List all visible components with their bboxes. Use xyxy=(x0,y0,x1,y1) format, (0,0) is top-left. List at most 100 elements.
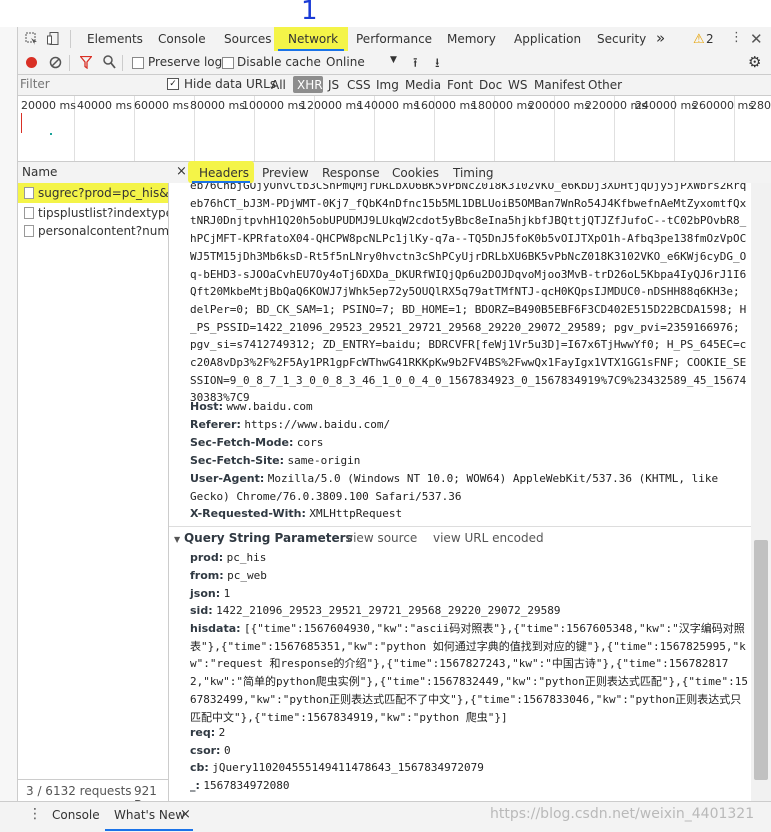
headers-panel: eb76CnbjGOjyOhvCtb3CSnPmQMjrDRLbXO6BK5VP… xyxy=(169,183,751,801)
tab-network[interactable]: Network xyxy=(288,32,338,46)
watermark: https://blog.csdn.net/weixin_4401321 xyxy=(490,806,755,822)
query-section-title: Query String Parameters xyxy=(183,531,353,545)
tab-elements[interactable]: Elements xyxy=(87,32,143,46)
view-source-link[interactable]: view source xyxy=(346,531,417,545)
timeline-tick: 260000 ms xyxy=(692,99,754,112)
query-param-row: from: pc_web xyxy=(190,569,267,582)
requests-list xyxy=(18,183,169,779)
drawer-tab-console[interactable]: Console xyxy=(52,808,100,822)
close-icon[interactable]: × xyxy=(180,807,191,822)
timeline-tick: 140000 ms xyxy=(357,99,419,112)
throttling-select[interactable]: Online xyxy=(326,55,365,69)
tab-cookies[interactable]: Cookies xyxy=(392,166,439,180)
timeline-tick: 2800 xyxy=(750,99,771,112)
view-url-encoded-link[interactable]: view URL encoded xyxy=(433,531,544,545)
request-header-row: User-Agent: Mozilla/5.0 (Windows NT 10.0… xyxy=(190,472,719,503)
timeline-tick: 20000 ms xyxy=(21,99,76,112)
type-filter-img[interactable]: Img xyxy=(376,78,399,92)
request-row[interactable]: personalcontent?num... xyxy=(18,221,168,241)
type-filter-other[interactable]: Other xyxy=(588,78,622,92)
detail-scrollbar-thumb[interactable] xyxy=(754,540,768,780)
query-param-row: csor: 0 xyxy=(190,744,231,757)
drawer-tab-whats-new[interactable]: What's New xyxy=(114,808,185,822)
request-name: personalcontent?num... xyxy=(38,224,168,238)
timeline-request-dot xyxy=(50,133,52,135)
annotation-mark-1: 1 xyxy=(301,0,318,26)
clear-icon[interactable] xyxy=(49,56,62,72)
chevron-down-icon[interactable]: ▼ xyxy=(390,55,397,65)
tab-security[interactable]: Security xyxy=(597,32,646,46)
type-filter-js[interactable]: JS xyxy=(328,78,339,92)
filter-bar: ✓ Hide data URLs All XHR JS CSS Img Medi… xyxy=(0,75,771,96)
inspect-element-icon[interactable] xyxy=(25,32,38,49)
warning-count[interactable]: 2 xyxy=(706,32,714,46)
filter-icon[interactable] xyxy=(79,55,93,72)
timeline-tick: 40000 ms xyxy=(77,99,132,112)
file-icon xyxy=(24,225,34,237)
requests-summary-bar: 3 / 6132 requests 921 B xyxy=(18,779,169,812)
tab-preview[interactable]: Preview xyxy=(262,166,309,180)
drawer-menu-icon[interactable]: ⋮ xyxy=(28,806,42,822)
tab-memory[interactable]: Memory xyxy=(447,32,496,46)
timeline-tick: 240000 ms xyxy=(635,99,697,112)
tab-response[interactable]: Response xyxy=(322,166,380,180)
tab-console[interactable]: Console xyxy=(158,32,206,46)
requests-name-header[interactable]: Name xyxy=(18,162,169,184)
more-tabs-button[interactable]: » xyxy=(656,29,665,47)
request-row-selected[interactable]: sugrec?prod=pc_his&... xyxy=(18,183,168,203)
request-header-row: Sec-Fetch-Site: same-origin xyxy=(190,454,361,467)
file-icon xyxy=(24,187,34,199)
timeline-selection-marker[interactable] xyxy=(21,113,22,133)
preserve-log-checkbox[interactable] xyxy=(132,57,144,69)
type-filter-css[interactable]: CSS xyxy=(347,78,371,92)
name-column-header[interactable]: Name xyxy=(22,165,57,179)
timeline-tick: 160000 ms xyxy=(414,99,476,112)
tab-timing[interactable]: Timing xyxy=(453,166,494,180)
request-count: 3 / 6132 requests xyxy=(26,784,132,798)
tab-performance[interactable]: Performance xyxy=(356,32,432,46)
export-har-icon[interactable]: ⭳ xyxy=(435,54,440,76)
filter-input[interactable] xyxy=(20,76,160,92)
request-name: sugrec?prod=pc_his&... xyxy=(38,186,168,200)
type-filter-media[interactable]: Media xyxy=(405,78,441,92)
devtools-main-tabbar: Elements Console Sources Network Perform… xyxy=(0,27,771,53)
record-icon[interactable] xyxy=(26,57,37,68)
timeline-tick: 60000 ms xyxy=(134,99,189,112)
tab-headers[interactable]: Headers xyxy=(199,166,249,180)
request-header-row: Referer: https://www.baidu.com/ xyxy=(190,418,391,431)
tab-sources[interactable]: Sources xyxy=(224,32,271,46)
type-filter-font[interactable]: Font xyxy=(447,78,473,92)
query-string-section-header[interactable]: ▼ Query String Parameters xyxy=(174,531,353,545)
hide-data-urls-checkbox[interactable]: ✓ xyxy=(167,78,179,90)
type-filter-ws[interactable]: WS xyxy=(508,78,527,92)
kebab-menu-icon[interactable]: ⋮ xyxy=(730,30,743,45)
timeline-tick: 100000 ms xyxy=(242,99,304,112)
type-filter-xhr[interactable]: XHR xyxy=(297,78,323,92)
request-header-row: Host: www.baidu.com xyxy=(190,400,313,413)
file-icon xyxy=(24,207,34,219)
tab-application[interactable]: Application xyxy=(514,32,581,46)
preserve-log-label: Preserve log xyxy=(148,55,223,69)
search-icon[interactable] xyxy=(103,55,116,72)
timeline-tick: 120000 ms xyxy=(300,99,362,112)
query-param-row: req: 2 xyxy=(190,726,226,739)
type-filter-manifest[interactable]: Manifest xyxy=(534,78,585,92)
hide-data-urls-label: Hide data URLs xyxy=(184,77,277,91)
query-param-row: sid: 1422_21096_29523_29521_29721_29568_… xyxy=(190,604,561,617)
query-param-row: cb: jQuery110204555149411478643_15678349… xyxy=(190,761,484,774)
type-filter-doc[interactable]: Doc xyxy=(479,78,502,92)
settings-gear-icon[interactable]: ⚙ xyxy=(748,53,761,71)
timeline-tick: 200000 ms xyxy=(528,99,590,112)
warning-icon[interactable]: ⚠ xyxy=(693,32,705,47)
device-toolbar-icon[interactable] xyxy=(47,32,61,49)
close-icon[interactable]: ✕ xyxy=(750,30,763,48)
type-filter-all[interactable]: All xyxy=(271,78,286,92)
query-param-row: json: 1 xyxy=(190,587,231,600)
import-har-icon[interactable]: ⭱ xyxy=(413,54,418,76)
disable-cache-checkbox[interactable] xyxy=(222,57,234,69)
request-row[interactable]: tipsplustlist?indextype... xyxy=(18,203,168,223)
close-detail-icon[interactable]: × xyxy=(176,164,187,179)
query-param-row: hisdata: [{"time":1567604930,"kw":"ascii… xyxy=(190,622,748,724)
request-header-row: X-Requested-With: XMLHttpRequest xyxy=(190,507,403,520)
timeline-overview[interactable]: 20000 ms 40000 ms 60000 ms 80000 ms 1000… xyxy=(0,96,771,162)
